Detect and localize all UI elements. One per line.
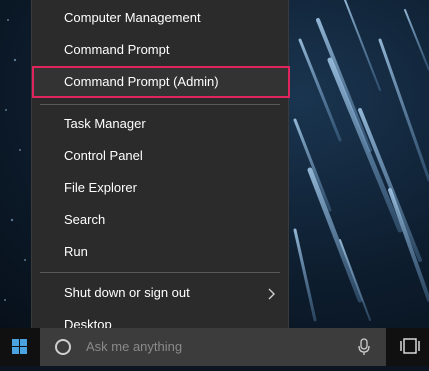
start-button[interactable] bbox=[0, 328, 40, 366]
search-box[interactable]: Ask me anything bbox=[40, 328, 386, 366]
chevron-right-icon bbox=[268, 277, 276, 309]
power-user-menu: Computer Management Command Prompt Comma… bbox=[31, 0, 290, 342]
menu-item-shut-down[interactable]: Shut down or sign out bbox=[32, 277, 288, 309]
menu-item-file-explorer[interactable]: File Explorer bbox=[32, 172, 288, 204]
menu-item-control-panel[interactable]: Control Panel bbox=[32, 140, 288, 172]
menu-item-command-prompt-admin[interactable]: Command Prompt (Admin) bbox=[32, 66, 290, 98]
microphone-icon[interactable] bbox=[358, 338, 370, 356]
menu-item-run[interactable]: Run bbox=[32, 236, 288, 268]
task-view-icon[interactable] bbox=[400, 337, 420, 355]
menu-separator bbox=[40, 104, 280, 105]
menu-item-computer-management[interactable]: Computer Management bbox=[32, 2, 288, 34]
taskbar: Ask me anything bbox=[0, 328, 429, 366]
menu-item-task-manager[interactable]: Task Manager bbox=[32, 108, 288, 140]
windows-logo-icon bbox=[12, 339, 27, 354]
menu-item-search[interactable]: Search bbox=[32, 204, 288, 236]
menu-item-label: Shut down or sign out bbox=[64, 285, 190, 300]
menu-separator bbox=[40, 272, 280, 273]
cortana-icon bbox=[55, 339, 71, 355]
search-placeholder: Ask me anything bbox=[86, 339, 183, 354]
menu-item-command-prompt[interactable]: Command Prompt bbox=[32, 34, 288, 66]
